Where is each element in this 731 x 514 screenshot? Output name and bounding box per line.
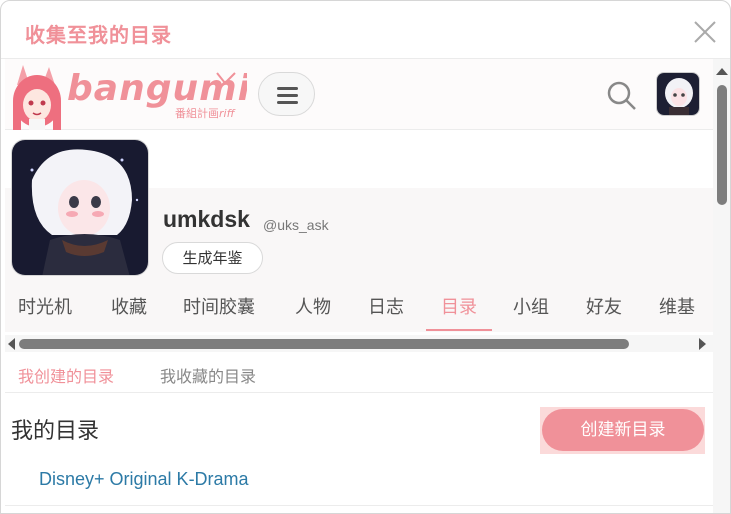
catalog-item-link[interactable]: Disney+ Original K-Drama — [39, 469, 249, 490]
divider — [5, 505, 713, 506]
scroll-left-icon[interactable] — [8, 338, 15, 350]
embedded-page: bangumi 番組計画 riff umkdsk @uks_ask 生成年鉴 时… — [5, 59, 713, 513]
catalog-subtabs: 我创建的目录 我收藏的目录 — [5, 353, 713, 393]
logo-graphic: bangumi 番組計画 riff — [67, 68, 250, 120]
close-icon — [694, 21, 716, 43]
close-button[interactable] — [691, 18, 719, 46]
page-scrollbar[interactable] — [713, 59, 730, 513]
logo-text: bangumi — [67, 68, 247, 109]
dialog-title: 收集至我的目录 — [25, 23, 172, 47]
create-catalog-button[interactable]: 创建新目录 — [542, 409, 704, 451]
collect-dialog: 收集至我的目录 bangumi 番組計画 riff umkdsk @uks_as… — [0, 0, 731, 514]
tab-timecapsule[interactable]: 时间胶囊 — [183, 293, 255, 319]
tab-collections[interactable]: 收藏 — [111, 293, 147, 319]
subtab-created[interactable]: 我创建的目录 — [18, 363, 114, 387]
active-tab-indicator — [426, 329, 492, 331]
search-icon — [607, 81, 636, 110]
logo-subtext: 番組計画 — [175, 106, 219, 120]
nav-avatar[interactable] — [656, 72, 700, 116]
tab-timemachine[interactable]: 时光机 — [18, 293, 72, 319]
scroll-right-icon[interactable] — [699, 338, 706, 350]
profile-avatar[interactable] — [11, 139, 149, 276]
menu-button[interactable] — [258, 72, 315, 116]
yearbook-button[interactable]: 生成年鉴 — [162, 242, 263, 274]
avatar-image — [12, 140, 148, 275]
tab-groups[interactable]: 小组 — [513, 293, 549, 319]
username: umkdsk — [163, 206, 250, 232]
scroll-up-icon[interactable] — [716, 68, 728, 75]
section-title: 我的目录 — [11, 419, 100, 444]
dialog-header: 收集至我的目录 — [1, 1, 730, 59]
tabs-scrollbar[interactable] — [5, 335, 713, 352]
mascot-icon — [13, 65, 61, 131]
site-navbar: bangumi 番組計画 riff — [5, 59, 713, 131]
tab-wiki[interactable]: 维基 — [659, 293, 695, 319]
tab-catalog[interactable]: 目录 — [441, 293, 477, 319]
tab-friends[interactable]: 好友 — [586, 293, 622, 319]
tab-blog[interactable]: 日志 — [368, 293, 404, 319]
search-button[interactable] — [605, 79, 639, 113]
user-handle: @uks_ask — [263, 217, 329, 233]
menu-icon — [277, 87, 298, 90]
profile-tabs: 时光机 收藏 时间胶囊 人物 日志 目录 小组 好友 维基 — [5, 282, 713, 332]
bangumi-logo[interactable]: bangumi 番組計画 riff — [67, 67, 250, 122]
tab-people[interactable]: 人物 — [295, 293, 331, 319]
scrollbar-thumb[interactable] — [717, 85, 727, 205]
logo-tag: riff — [219, 107, 236, 120]
scrollbar-thumb[interactable] — [19, 339, 629, 349]
avatar-image — [657, 73, 699, 115]
subtab-favorited[interactable]: 我收藏的目录 — [160, 363, 256, 387]
